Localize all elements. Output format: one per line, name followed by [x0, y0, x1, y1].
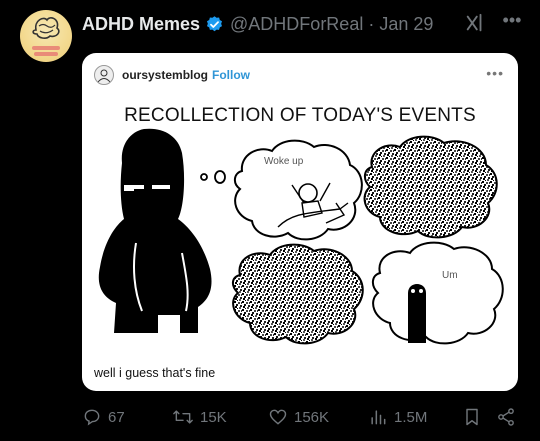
bookmark-icon [466, 408, 478, 426]
media-card[interactable]: oursystemblog Follow ••• RECOLLECTION OF… [82, 53, 518, 391]
thought-bubble-static-2 [232, 243, 364, 345]
separator-dot: · [368, 13, 375, 34]
more-icon[interactable]: ••• [500, 10, 524, 34]
thought-dot-large [214, 170, 226, 184]
tweet-header: ADHD Memes @ADHDForReal · Jan 29 [82, 12, 528, 36]
repost-icon [173, 410, 193, 424]
display-name[interactable]: ADHD Memes [82, 14, 200, 35]
action-bar: 67 15K 156K 1.5M [82, 405, 522, 429]
meme-illustration: Woke up Um [98, 128, 504, 345]
repost-count: 15K [200, 408, 227, 426]
meme-caption: well i guess that's fine [94, 366, 216, 380]
thought-bubble-static-1 [363, 135, 498, 239]
figure-silhouette [98, 128, 212, 333]
tweet-date[interactable]: Jan 29 [379, 14, 433, 35]
repost-button[interactable]: 15K [172, 405, 227, 429]
avatar-image [32, 17, 60, 56]
like-count: 156K [294, 408, 330, 426]
bubble-text-um: Um [442, 270, 458, 281]
views-button[interactable]: 1.5M [368, 405, 427, 429]
thought-dot-small [200, 173, 208, 181]
views-count: 1.5M [394, 408, 428, 426]
grok-icon[interactable] [464, 12, 486, 34]
reply-icon [84, 409, 100, 426]
share-button[interactable] [496, 405, 522, 429]
verified-badge-icon [207, 15, 223, 31]
handle[interactable]: @ADHDForReal [230, 14, 363, 35]
share-icon [498, 408, 514, 426]
bubble-text-woke-up: Woke up [264, 156, 304, 167]
thought-bubble-um [372, 241, 504, 345]
reply-count: 67 [108, 408, 125, 426]
reply-button[interactable]: 67 [82, 405, 125, 429]
bookmark-button[interactable] [462, 405, 488, 429]
views-icon [371, 410, 386, 425]
avatar[interactable] [20, 10, 72, 62]
like-icon [269, 409, 287, 425]
like-button[interactable]: 156K [268, 405, 329, 429]
